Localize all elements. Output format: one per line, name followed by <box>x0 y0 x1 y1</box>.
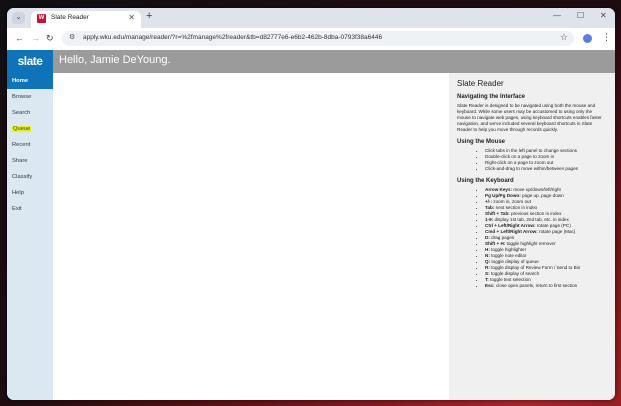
help-nav-text: Slate Reader is designed to be navigated… <box>457 103 602 133</box>
sidebar-item-label: Queue <box>12 126 32 132</box>
shortcut-desc: toggle display of queue <box>490 259 539 265</box>
shortcut-key: Tab: <box>485 205 495 211</box>
shortcut-desc: toggle highlight remover <box>505 241 556 247</box>
wku-favicon-icon: W <box>37 14 46 23</box>
sidebar-item-label: Classify <box>12 174 33 180</box>
sidebar-item-label: Search <box>12 110 31 116</box>
shortcut-key: Arrow Keys: <box>485 187 513 193</box>
sidebar-item-recent[interactable]: Recent <box>7 137 53 153</box>
address-bar[interactable]: ⚙ apply.wku.edu/manage/reader/?r=%2fmana… <box>62 31 574 46</box>
mouse-list: Click tabs in the left panel to change s… <box>457 148 607 172</box>
bookmark-star-icon[interactable]: ☆ <box>560 32 568 43</box>
reload-button[interactable]: ↻ <box>46 33 54 44</box>
keyboard-list: Arrow Keys: move up/down/left/right Pg U… <box>457 187 607 289</box>
shortcut-desc: close open panels, return to first secti… <box>494 283 578 289</box>
shortcut-key: Cmd + Left/Right Arrow: <box>485 229 538 235</box>
sidebar-item-home[interactable]: Home <box>7 73 53 89</box>
shortcut-key: Pg Up/Pg Down: <box>485 193 521 199</box>
shortcut-desc: rotate page (Mac) <box>537 229 576 235</box>
maximize-button[interactable]: ☐ <box>577 11 584 20</box>
shortcut-desc: page up, page down <box>520 193 564 199</box>
shortcut-key: 1-9: <box>485 217 494 223</box>
shortcut-desc: rotate page (PC) <box>535 223 571 229</box>
browser-menu-icon[interactable]: ⋮ <box>602 32 611 43</box>
tab-slate-reader[interactable]: W Slate Reader ✕ <box>31 11 141 28</box>
help-nav-heading: Navigating the Interface <box>457 94 526 100</box>
sidebar-item-search[interactable]: Search <box>7 105 53 121</box>
shortcut-desc: move up/down/left/right <box>512 187 561 193</box>
sidebar-item-label: Share <box>12 158 28 164</box>
sidebar-item-label: Home <box>12 78 29 84</box>
tab-strip: ⌄ W Slate Reader ✕ + — ☐ ✕ <box>7 8 615 28</box>
browser-toolbar: ← → ↻ ⚙ apply.wku.edu/manage/reader/?r=%… <box>7 28 615 51</box>
shortcut-desc: next section in index <box>494 205 538 211</box>
sidebar-nav: Home Browse Search Queue Recent Share Cl… <box>7 73 53 400</box>
shortcut-desc: toggle note editor <box>489 253 527 259</box>
shortcut-key: +/-: <box>485 199 493 205</box>
app-header: slate Hello, Jamie DeYoung. <box>7 50 615 73</box>
sidebar-item-label: Recent <box>12 142 31 148</box>
sidebar-item-classify[interactable]: Classify <box>7 169 53 185</box>
shortcut-desc: drag pages <box>489 235 515 241</box>
shortcut-desc: zoom in, zoom out <box>492 199 531 205</box>
shortcut-desc: previous section in index <box>509 211 562 217</box>
url-text[interactable]: apply.wku.edu/manage/reader/?r=%2fmanage… <box>83 34 382 41</box>
profile-avatar-icon[interactable] <box>583 34 592 43</box>
tab-search-dropdown-icon[interactable]: ⌄ <box>12 12 25 24</box>
sidebar-item-queue[interactable]: Queue <box>7 121 53 137</box>
minimize-button[interactable]: — <box>553 11 561 20</box>
sidebar-item-share[interactable]: Share <box>7 153 53 169</box>
sidebar-item-exit[interactable]: Exit <box>7 201 53 217</box>
list-item: Esc: close open panels, return to first … <box>485 283 607 289</box>
sidebar-item-help[interactable]: Help <box>7 185 53 201</box>
site-info-icon[interactable]: ⚙ <box>69 33 75 41</box>
sidebar-item-label: Help <box>12 190 24 196</box>
tab-close-icon[interactable]: ✕ <box>128 13 135 22</box>
shortcut-key: Shift + H: <box>485 241 506 247</box>
shortcut-desc: toggle highlighter <box>489 247 527 253</box>
help-panel: Slate Reader Navigating the Interface Sl… <box>449 73 615 400</box>
help-keyboard-heading: Using the Keyboard <box>457 178 514 185</box>
shortcut-key: Shift + Tab: <box>485 211 510 217</box>
slate-logo[interactable]: slate <box>7 50 53 73</box>
help-title: Slate Reader <box>457 79 504 88</box>
forward-button[interactable]: → <box>31 33 40 43</box>
shortcut-desc: toggle display of search <box>489 271 540 277</box>
help-mouse-heading: Using the Mouse <box>457 139 506 146</box>
shortcut-desc: toggle text selection <box>488 277 531 283</box>
document-viewer[interactable] <box>53 73 449 400</box>
sidebar-item-browse[interactable]: Browse <box>7 89 53 105</box>
close-window-button[interactable]: ✕ <box>600 11 607 20</box>
shortcut-desc: toggle display of Review Form / Send to … <box>489 265 581 271</box>
list-item: Click-and-drag to move within/between pa… <box>485 166 607 172</box>
shortcut-key: Ctrl + Left/Right Arrow: <box>485 223 536 229</box>
shortcut-key: Esc: <box>485 283 495 289</box>
new-tab-button[interactable]: + <box>146 10 152 22</box>
sidebar-item-label: Browse <box>12 94 32 100</box>
shortcut-desc: display 1st tab, 2nd tab, etc. in index <box>493 217 569 223</box>
tab-title: Slate Reader <box>51 14 89 21</box>
browser-window: ⌄ W Slate Reader ✕ + — ☐ ✕ ← → ↻ ⚙ apply… <box>7 8 615 400</box>
sidebar-item-label: Exit <box>12 206 22 212</box>
user-greeting: Hello, Jamie DeYoung. <box>59 54 171 66</box>
back-button[interactable]: ← <box>15 33 24 43</box>
